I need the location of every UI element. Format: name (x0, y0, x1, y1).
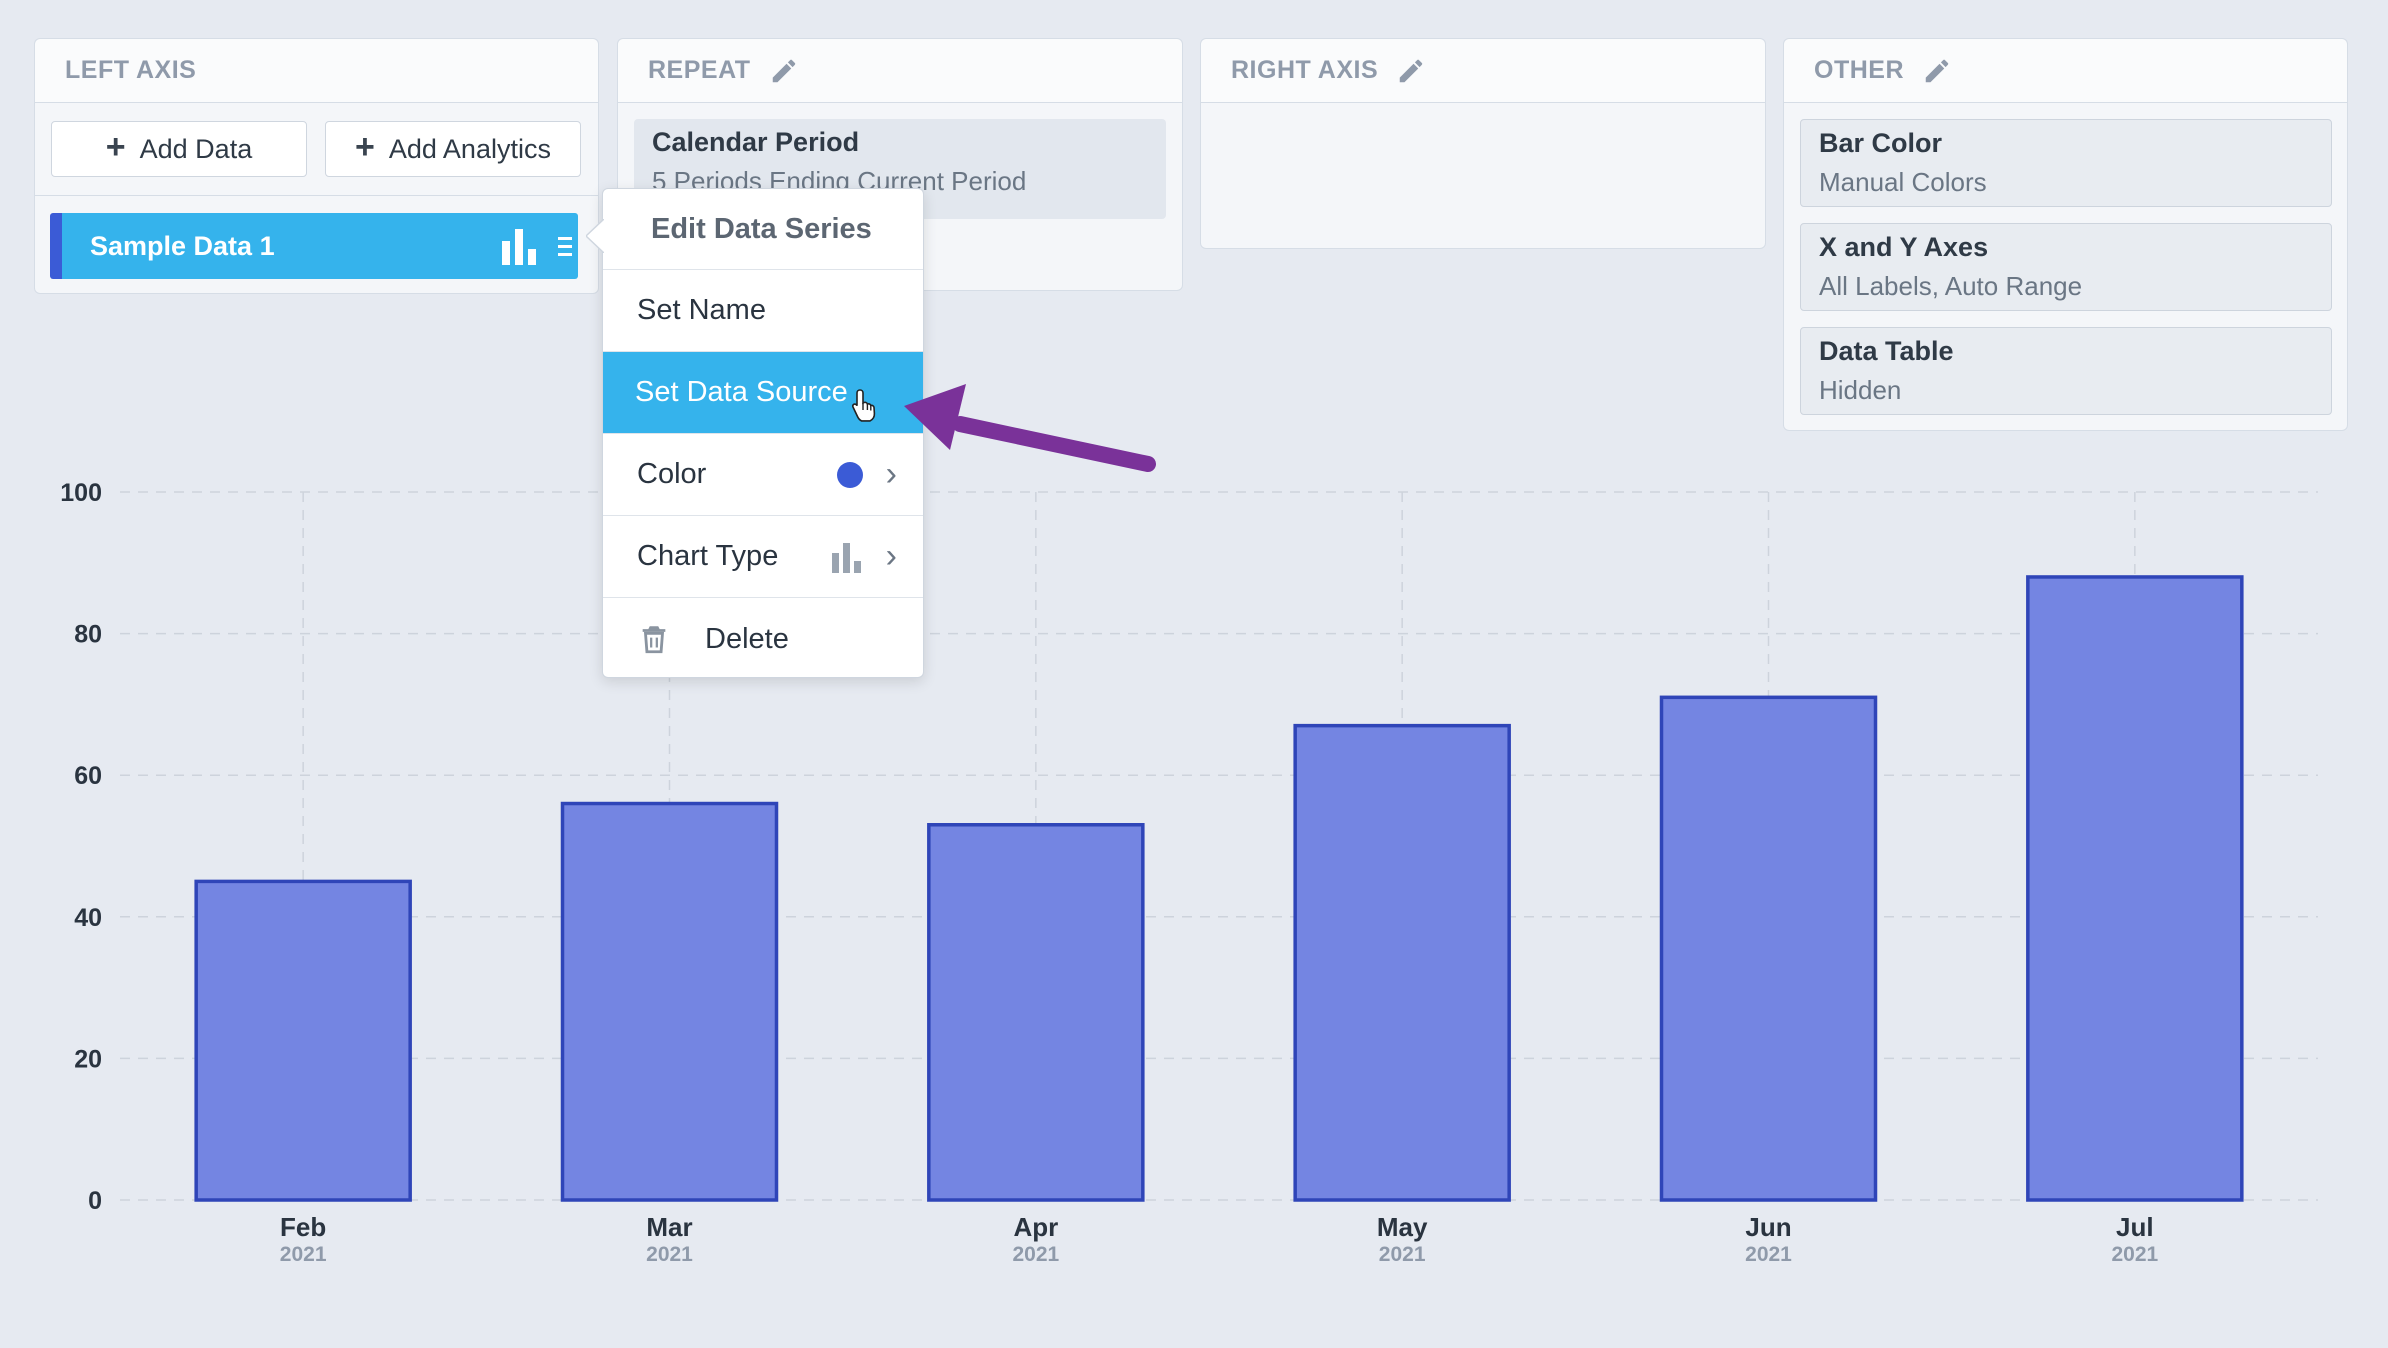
menu-item-delete[interactable]: Delete (603, 598, 923, 680)
bar-chart-icon (502, 229, 536, 265)
set-data-source-label: Set Data Source (635, 376, 848, 408)
menu-item-chart-type[interactable]: Chart Type › (603, 516, 923, 598)
data-table-card[interactable]: Data Table Hidden (1800, 327, 2332, 415)
right-axis-header[interactable]: RIGHT AXIS (1201, 39, 1765, 103)
menu-item-set-name[interactable]: Set Name (603, 270, 923, 352)
right-axis-title: RIGHT AXIS (1231, 56, 1379, 84)
left-axis-header: LEFT AXIS (35, 39, 598, 103)
bar-chart-icon (831, 542, 861, 573)
add-analytics-button[interactable]: + Add Analytics (325, 121, 581, 177)
add-data-label: Add Data (139, 133, 253, 164)
plus-icon: + (355, 128, 375, 166)
right-axis-panel: RIGHT AXIS (1200, 38, 1766, 249)
y-tick-label: 80 (74, 621, 102, 649)
bar (927, 823, 1145, 1202)
bar (194, 879, 412, 1202)
delete-label: Delete (705, 622, 789, 655)
bar-color-title: Bar Color (1819, 128, 1943, 158)
bar (1659, 695, 1878, 1202)
x-tick-sublabel: 2021 (2111, 1243, 2158, 1266)
menu-title: Edit Data Series (603, 189, 923, 270)
repeat-header[interactable]: REPEAT (618, 39, 1182, 103)
series-item-sample-data-1[interactable]: Sample Data 1 (50, 213, 578, 279)
menu-icon[interactable] (558, 235, 574, 259)
menu-item-color[interactable]: Color › (603, 434, 923, 516)
data-table-subtitle: Hidden (1819, 375, 1902, 405)
y-tick-label: 60 (74, 762, 102, 790)
left-axis-title: LEFT AXIS (65, 56, 197, 84)
bar (2026, 575, 2244, 1202)
pencil-icon[interactable] (769, 56, 799, 86)
x-tick-label: Feb (280, 1212, 326, 1242)
bar-color-subtitle: Manual Colors (1819, 167, 1987, 197)
bar (560, 801, 779, 1202)
y-tick-label: 40 (74, 904, 102, 932)
x-tick-label: May (1377, 1212, 1428, 1242)
other-title: OTHER (1814, 56, 1904, 84)
bar-color-card[interactable]: Bar Color Manual Colors (1800, 119, 2332, 207)
y-tick-label: 20 (74, 1045, 102, 1073)
x-tick-sublabel: 2021 (1012, 1243, 1059, 1266)
x-tick-sublabel: 2021 (1745, 1243, 1792, 1266)
chart-type-label: Chart Type (637, 540, 779, 572)
bar (1293, 723, 1511, 1202)
left-axis-panel: LEFT AXIS + Add Data + Add Analytics Sam… (34, 38, 599, 294)
menu-pointer (586, 219, 604, 253)
x-tick-label: Mar (646, 1212, 692, 1242)
pencil-icon[interactable] (1396, 56, 1426, 86)
x-tick-sublabel: 2021 (1379, 1243, 1426, 1266)
axes-subtitle: All Labels, Auto Range (1819, 271, 2083, 301)
chevron-right-icon: › (885, 537, 897, 575)
y-tick-label: 0 (88, 1187, 102, 1215)
repeat-title: REPEAT (648, 56, 751, 84)
axes-title: X and Y Axes (1819, 232, 1989, 262)
color-label: Color (637, 458, 707, 490)
set-name-label: Set Name (637, 294, 766, 326)
trash-icon (642, 626, 666, 654)
calendar-period-title: Calendar Period (652, 127, 860, 157)
other-panel: OTHER Bar Color Manual Colors X and Y Ax… (1783, 38, 2348, 431)
x-tick-label: Jun (1745, 1212, 1791, 1242)
y-tick-label: 100 (60, 479, 102, 507)
hand-cursor-icon (851, 389, 876, 422)
x-tick-label: Apr (1013, 1212, 1058, 1242)
add-data-button[interactable]: + Add Data (51, 121, 307, 177)
color-swatch (836, 461, 863, 488)
axes-card[interactable]: X and Y Axes All Labels, Auto Range (1800, 223, 2332, 311)
data-table-title: Data Table (1819, 336, 1954, 366)
pencil-icon[interactable] (1922, 56, 1952, 86)
x-tick-sublabel: 2021 (280, 1243, 327, 1266)
add-analytics-label: Add Analytics (388, 133, 551, 164)
series-name: Sample Data 1 (90, 230, 275, 261)
edit-data-series-menu: Edit Data Series Set Name Set Data Sourc… (586, 188, 924, 680)
other-header[interactable]: OTHER (1784, 39, 2347, 103)
x-tick-sublabel: 2021 (646, 1243, 693, 1266)
x-tick-label: Jul (2116, 1212, 2154, 1242)
chevron-right-icon: › (885, 455, 897, 493)
menu-item-set-data-source[interactable]: Set Data Source (603, 352, 923, 434)
plus-icon: + (105, 128, 126, 166)
